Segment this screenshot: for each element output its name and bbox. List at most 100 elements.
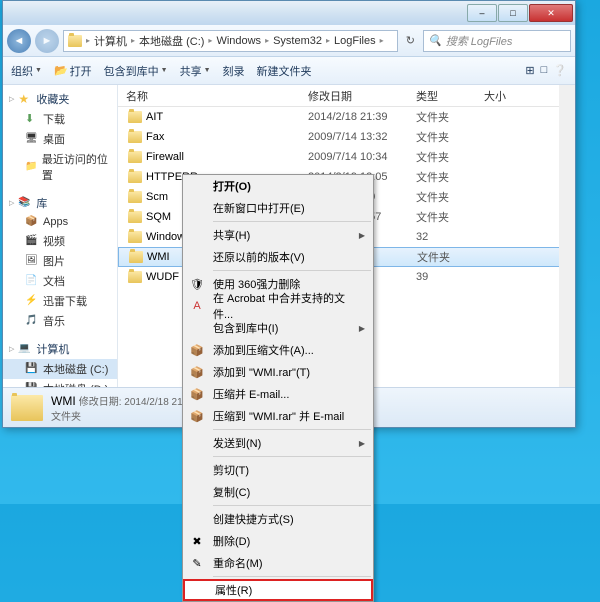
ctx-compress-rar-email[interactable]: 📦压缩到 "WMI.rar" 并 E-mail <box>183 405 373 427</box>
breadcrumb[interactable]: LogFiles <box>330 31 380 51</box>
ctx-open[interactable]: 打开(O) <box>183 175 373 197</box>
download-icon <box>25 112 39 126</box>
ctx-add-to-rar[interactable]: 📦添加到 "WMI.rar"(T) <box>183 361 373 383</box>
sidebar-item-xunlei[interactable]: 迅雷下载 <box>3 291 117 311</box>
status-type: 文件夹 <box>51 408 185 423</box>
desktop-icon <box>25 132 39 146</box>
breadcrumb[interactable]: 计算机 <box>90 31 131 51</box>
computer-icon <box>18 342 32 356</box>
forward-button[interactable]: ► <box>35 29 59 53</box>
folder-icon <box>128 271 142 283</box>
sidebar-item-downloads[interactable]: 下载 <box>3 109 117 129</box>
search-placeholder: 搜索 LogFiles <box>446 33 513 49</box>
include-library-menu[interactable]: 包含到库中▼ <box>104 63 168 79</box>
ctx-add-to-archive[interactable]: 📦添加到压缩文件(A)... <box>183 339 373 361</box>
app-icon <box>25 215 39 229</box>
breadcrumb[interactable]: Windows <box>212 31 265 51</box>
column-date[interactable]: 修改日期 <box>308 88 416 104</box>
preview-button[interactable]: □ <box>541 64 548 77</box>
breadcrumb[interactable]: 本地磁盘 (C:) <box>135 31 208 51</box>
sidebar-item-apps[interactable]: Apps <box>3 213 117 231</box>
close-button[interactable]: ✕ <box>529 4 573 22</box>
file-date: 2009/7/14 13:32 <box>308 131 416 143</box>
document-icon <box>25 274 39 288</box>
ctx-properties[interactable]: 属性(R) <box>183 579 373 601</box>
open-button[interactable]: 📂打开 <box>54 63 92 79</box>
sidebar-item-pictures[interactable]: 图片 <box>3 251 117 271</box>
winrar-icon: 📦 <box>189 342 205 358</box>
360-icon: 🛡 <box>189 276 205 292</box>
ctx-acrobat-combine[interactable]: A在 Acrobat 中合并支持的文件... <box>183 295 373 317</box>
file-name-label: WMI <box>147 251 170 263</box>
sidebar-item-desktop[interactable]: 桌面 <box>3 129 117 149</box>
column-name[interactable]: 名称 <box>118 88 308 104</box>
file-type: 文件夹 <box>416 189 484 205</box>
ctx-share[interactable]: 共享(H)▶ <box>183 224 373 246</box>
file-type: 文件夹 <box>416 149 484 165</box>
folder-icon <box>128 211 142 223</box>
maximize-button[interactable]: □ <box>498 4 528 22</box>
file-name-label: Firewall <box>146 151 184 163</box>
file-name-label: WUDF <box>146 271 179 283</box>
rename-icon: ✎ <box>189 555 205 571</box>
file-type: 文件夹 <box>416 209 484 225</box>
sidebar-item-disk-d[interactable]: 本地磁盘 (D:) <box>3 379 117 387</box>
star-icon <box>18 92 32 106</box>
view-button[interactable]: ⊞ <box>525 64 534 77</box>
organize-menu[interactable]: 组织▼ <box>11 63 42 79</box>
minimize-button[interactable]: – <box>467 4 497 22</box>
delete-icon: ✖ <box>189 533 205 549</box>
folder-icon <box>129 251 143 263</box>
sidebar-item-documents[interactable]: 文档 <box>3 271 117 291</box>
ctx-compress-email[interactable]: 📦压缩并 E-mail... <box>183 383 373 405</box>
xunlei-icon <box>25 294 39 308</box>
file-row[interactable]: Fax2009/7/14 13:32文件夹 <box>118 127 575 147</box>
address-bar[interactable]: ▸ 计算机▸ 本地磁盘 (C:)▸ Windows▸ System32▸ Log… <box>63 30 398 52</box>
help-button[interactable]: ❔ <box>553 64 567 77</box>
sidebar-computer[interactable]: ▷计算机 <box>3 339 117 359</box>
ctx-include-library[interactable]: 包含到库中(I)▶ <box>183 317 373 339</box>
library-icon <box>18 196 32 210</box>
winrar-icon: 📦 <box>189 386 205 402</box>
file-row[interactable]: Firewall 2009/7/14 10:34文件夹 <box>118 147 575 167</box>
file-type: 文件夹 <box>416 169 484 185</box>
ctx-create-shortcut[interactable]: 创建快捷方式(S) <box>183 508 373 530</box>
acrobat-icon: A <box>189 298 205 314</box>
folder-icon <box>128 171 142 183</box>
scrollbar[interactable] <box>559 85 575 387</box>
winrar-icon: 📦 <box>189 364 205 380</box>
sidebar-item-disk-c[interactable]: 本地磁盘 (C:) <box>3 359 117 379</box>
folder-icon <box>11 395 43 421</box>
new-folder-button[interactable]: 新建文件夹 <box>257 63 312 79</box>
back-button[interactable]: ◄ <box>7 29 31 53</box>
folder-icon <box>128 151 142 163</box>
ctx-open-new-window[interactable]: 在新窗口中打开(E) <box>183 197 373 219</box>
breadcrumb[interactable]: System32 <box>269 31 326 51</box>
toolbar: 组织▼ 📂打开 包含到库中▼ 共享▼ 刻录 新建文件夹 ⊞ □ ❔ <box>3 57 575 85</box>
burn-button[interactable]: 刻录 <box>223 63 245 79</box>
folder-icon <box>128 231 142 243</box>
ctx-restore-versions[interactable]: 还原以前的版本(V) <box>183 246 373 268</box>
refresh-button[interactable]: ↻ <box>402 34 419 47</box>
file-name-label: Fax <box>146 131 164 143</box>
file-date: 2014/2/18 21:39 <box>308 111 416 123</box>
ctx-copy[interactable]: 复制(C) <box>183 481 373 503</box>
search-input[interactable]: 🔍 搜索 LogFiles <box>423 30 571 52</box>
file-row[interactable]: AIT2014/2/18 21:39文件夹 <box>118 107 575 127</box>
sidebar-item-recent[interactable]: 最近访问的位置 <box>3 149 117 185</box>
sidebar-favorites[interactable]: ▷收藏夹 <box>3 89 117 109</box>
ctx-send-to[interactable]: 发送到(N)▶ <box>183 432 373 454</box>
column-headers[interactable]: 名称 修改日期 类型 大小 <box>118 85 575 107</box>
column-type[interactable]: 类型 <box>416 88 484 104</box>
ctx-cut[interactable]: 剪切(T) <box>183 459 373 481</box>
file-name-label: Scm <box>146 191 168 203</box>
share-menu[interactable]: 共享▼ <box>180 63 211 79</box>
video-icon <box>25 234 39 248</box>
file-date: 2009/7/14 10:34 <box>308 151 416 163</box>
sidebar-item-music[interactable]: 音乐 <box>3 311 117 331</box>
sidebar-libraries[interactable]: ▷库 <box>3 193 117 213</box>
ctx-rename[interactable]: ✎重命名(M) <box>183 552 373 574</box>
ctx-delete[interactable]: ✖删除(D) <box>183 530 373 552</box>
sidebar-item-videos[interactable]: 视频 <box>3 231 117 251</box>
file-name-label: AIT <box>146 111 163 123</box>
